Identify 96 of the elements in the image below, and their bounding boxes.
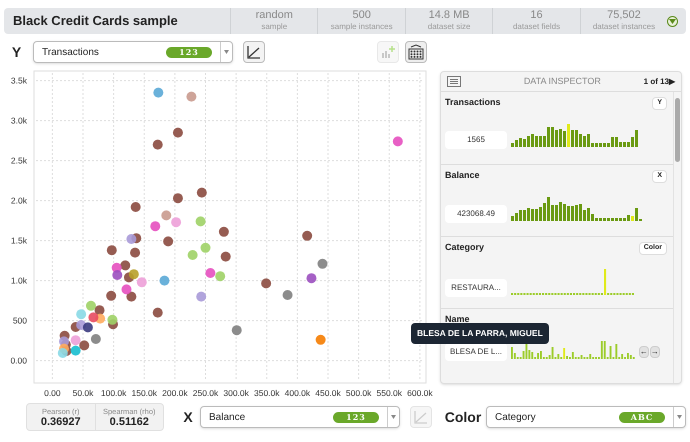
y-tick-label: 1.0k — [10, 276, 27, 286]
data-point[interactable] — [122, 284, 132, 294]
value-field: 1565 — [445, 131, 507, 149]
axis-label: Y — [10, 42, 22, 62]
data-point[interactable] — [126, 292, 136, 302]
scrollbar-thumb[interactable] — [675, 98, 680, 162]
data-point[interactable] — [126, 234, 136, 244]
sample-grid-button[interactable] — [405, 41, 427, 63]
data-point[interactable] — [82, 322, 93, 332]
x-tick-label: 50.0k — [72, 388, 94, 398]
line-chart-icon — [414, 410, 428, 424]
correlation-value: 0.51162 — [110, 417, 149, 428]
caret-icon — [391, 415, 396, 419]
y-tick-label: 2.0k — [10, 196, 27, 206]
stat-value: 14.8 MB — [428, 10, 470, 21]
x-tick-label: 550.0k — [376, 388, 402, 398]
next-button[interactable]: → — [650, 346, 660, 358]
x-tick-label: 150.0k — [131, 388, 158, 398]
x-tick-label: 400.0k — [284, 388, 310, 398]
x-tick-label: 0.00 — [44, 388, 61, 398]
stat-value: random — [256, 10, 293, 21]
tooltip: BLESA DE LA PARRA, MIGUEL — [411, 323, 549, 344]
x-tick-label: 250.0k — [192, 388, 218, 398]
caret-icon — [677, 415, 682, 419]
value-field: BLESA DE L... — [445, 343, 507, 361]
data-point[interactable] — [107, 314, 118, 325]
y-tick-label: 500 — [12, 316, 27, 326]
data-point[interactable] — [106, 290, 116, 301]
x-tick-label: 200.0k — [162, 388, 188, 398]
stat-label: sample instances — [330, 21, 393, 32]
type-badge: 123 — [166, 46, 212, 58]
x-tick-label: 100.0k — [100, 388, 126, 398]
y-tick-label: 1.5k — [10, 236, 27, 246]
inspector-title: DATA INSPECTOR — [522, 74, 601, 88]
dot-grid-icon — [408, 44, 424, 60]
pager-button[interactable]: 1 of 13▶ — [644, 76, 675, 88]
value-field: RESTAURA... — [445, 279, 507, 297]
data-point[interactable] — [86, 300, 96, 311]
stat-value: 75,502 — [607, 10, 641, 21]
field-select[interactable]: Transactions 123 — [33, 41, 233, 63]
caret-icon — [224, 50, 229, 54]
data-point[interactable] — [172, 193, 183, 204]
bar-chart-plus-icon — [381, 45, 395, 59]
x-tick-label: 450.0k — [315, 388, 341, 398]
x-tick-label: 600.0k — [407, 388, 433, 398]
data-point[interactable] — [88, 312, 98, 322]
stat-value: 16 — [530, 10, 543, 21]
field-name: Category — [445, 241, 484, 254]
y-tick-label: 3.5k — [10, 76, 27, 86]
x-tick-label: 500.0k — [346, 388, 372, 398]
data-point[interactable] — [152, 308, 163, 318]
data-point[interactable] — [112, 270, 122, 280]
stat-label: dataset fields — [512, 21, 560, 32]
dataset-title: Black Credit Cards sample — [12, 12, 179, 30]
field-name: Balance — [445, 169, 480, 182]
data-point[interactable] — [152, 140, 163, 150]
field-select[interactable]: Category ABC — [486, 406, 686, 428]
data-point[interactable] — [70, 346, 81, 356]
x-tick-label: 300.0k — [223, 388, 249, 398]
data-point[interactable] — [172, 128, 183, 138]
type-badge: 123 — [333, 412, 379, 422]
stat-value: 500 — [352, 10, 371, 21]
data-point[interactable] — [106, 245, 117, 256]
y-tick-label: 0.00 — [10, 356, 27, 366]
data-point[interactable] — [196, 188, 207, 198]
data-point[interactable] — [220, 252, 231, 262]
y-tick-label: 3.0k — [10, 116, 27, 126]
data-point[interactable] — [130, 248, 140, 258]
data-point[interactable] — [306, 273, 316, 284]
value-field: 423068.49 — [445, 205, 507, 223]
stat-label: dataset instances — [592, 21, 656, 32]
type-badge: ABC — [619, 412, 665, 422]
menu-icon[interactable] — [447, 76, 461, 87]
field-name: Transactions — [445, 96, 501, 110]
correlation-value: 0.36927 — [40, 417, 81, 428]
line-chart-icon — [247, 45, 261, 59]
data-point[interactable] — [128, 269, 139, 280]
data-point[interactable] — [163, 236, 174, 246]
stat-label: sample — [261, 21, 288, 32]
data-point[interactable] — [218, 226, 229, 237]
data-point[interactable] — [261, 278, 272, 288]
field-select[interactable]: Balance 123 — [200, 406, 400, 428]
data-point[interactable] — [302, 230, 312, 241]
data-point[interactable] — [79, 340, 90, 350]
previous-button[interactable]: ← — [638, 346, 649, 358]
data-point[interactable] — [70, 335, 81, 346]
axis-label: Color — [444, 408, 482, 426]
dropdown-icon[interactable] — [667, 16, 678, 26]
data-point[interactable] — [120, 260, 130, 270]
data-point[interactable] — [94, 305, 105, 316]
data-point[interactable] — [130, 202, 141, 212]
stat-label: dataset size — [428, 21, 470, 32]
trend-line-button[interactable] — [243, 41, 265, 63]
x-tick-label: 350.0k — [254, 388, 280, 398]
axis-label: X — [182, 408, 194, 426]
y-tick-label: 2.5k — [10, 156, 27, 166]
